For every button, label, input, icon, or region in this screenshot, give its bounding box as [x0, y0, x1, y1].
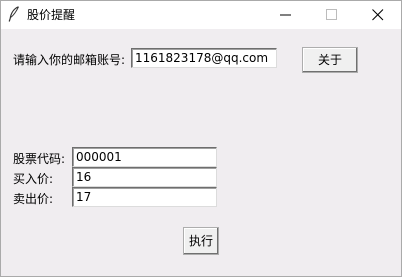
email-field[interactable]: 1161823178@qq.com: [131, 48, 277, 68]
minimize-button[interactable]: [263, 1, 309, 29]
sell-price-label: 卖出价:: [13, 192, 54, 206]
sell-price-field[interactable]: 17: [72, 187, 217, 207]
stock-code-label: 股票代码:: [13, 152, 66, 166]
main-content: 请输入你的邮箱账号: 1161823178@qq.com 关于 股票代码: 00…: [1, 29, 401, 276]
execute-button[interactable]: 执行: [183, 227, 219, 255]
stock-code-field[interactable]: 000001: [72, 147, 217, 167]
buy-price-field[interactable]: 16: [72, 167, 217, 187]
email-label: 请输入你的邮箱账号:: [13, 53, 126, 67]
buy-price-label: 买入价:: [13, 172, 54, 186]
window-title: 股价提醒: [27, 8, 76, 22]
app-window: 股价提醒 请输入你的邮箱账号: 1161823178@qq.com 关于 股票代…: [0, 0, 402, 277]
title-bar[interactable]: 股价提醒: [1, 1, 401, 29]
about-button[interactable]: 关于: [302, 47, 358, 73]
close-button[interactable]: [355, 1, 401, 29]
maximize-button[interactable]: [309, 1, 355, 29]
feather-icon: [8, 6, 20, 22]
